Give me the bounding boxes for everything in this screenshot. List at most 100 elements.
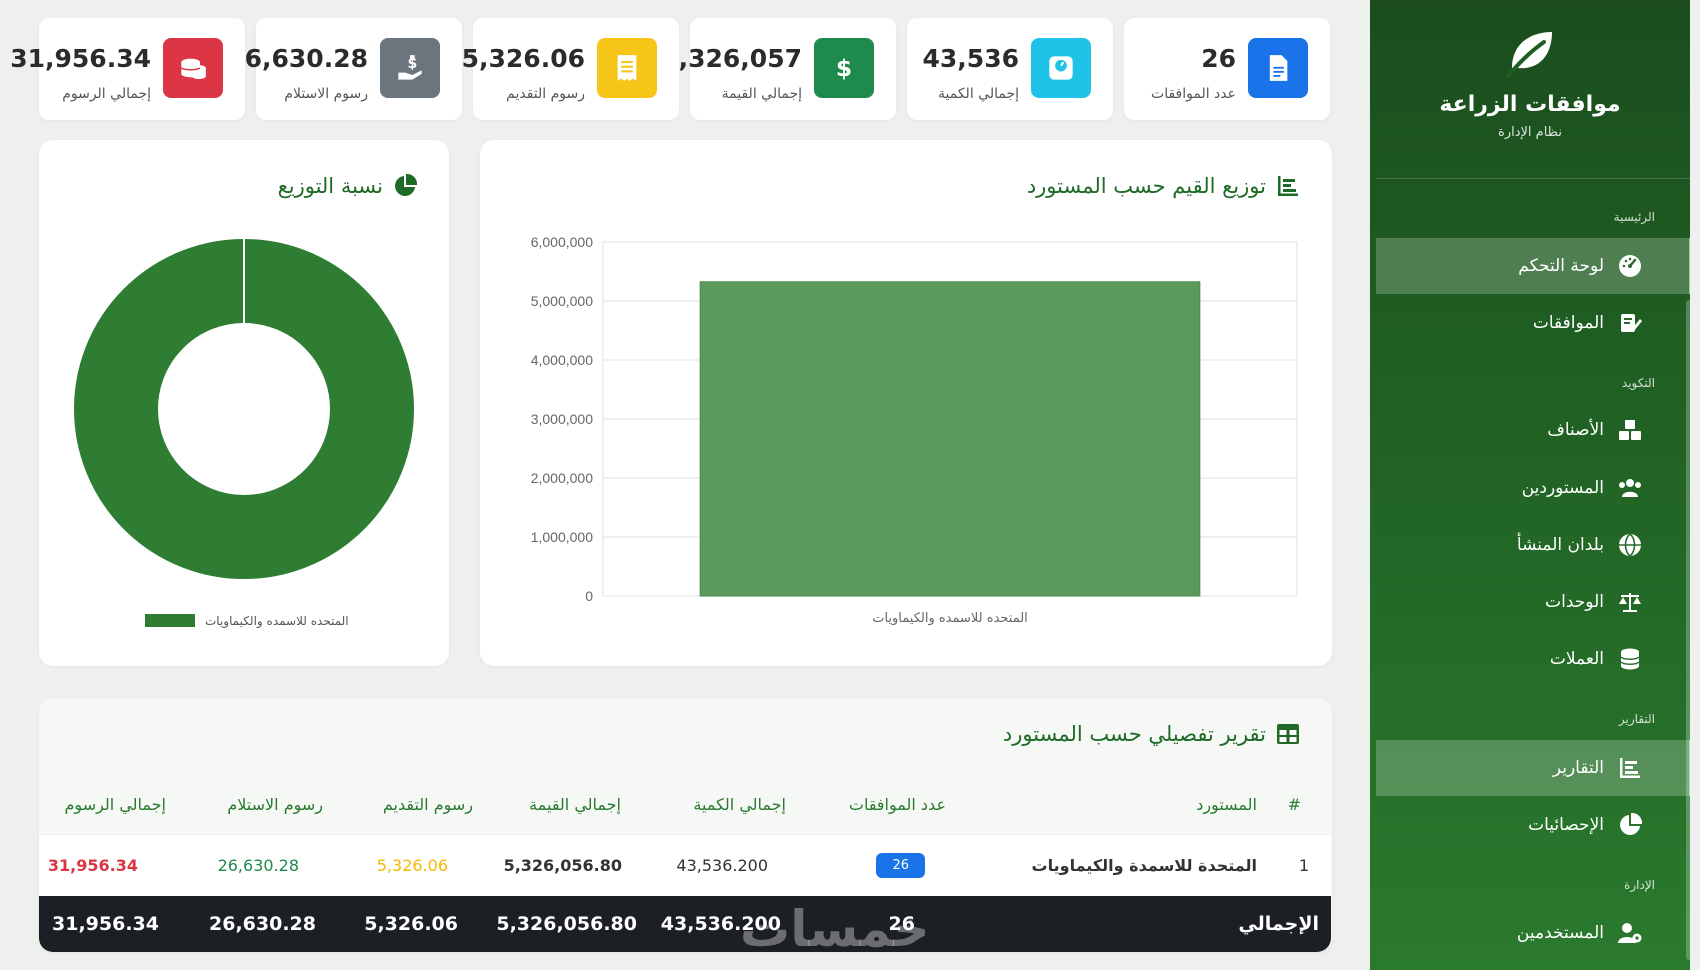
col-header-submission-fee[interactable]: رسوم التقديم: [383, 774, 473, 834]
nav-section-admin: الإدارة: [1624, 878, 1655, 892]
nav-section-reports: التقارير: [1618, 712, 1655, 726]
total-receipt-fee: 26,630.28: [209, 913, 316, 935]
cell-num: 1: [1298, 856, 1309, 875]
sidebar-item-dashboard[interactable]: لوحة التحكم: [1376, 238, 1694, 294]
stat-card-total-value: $ 5,326,057 إجمالي القيمة: [661, 18, 896, 120]
leaf-logo-icon: [1500, 22, 1560, 82]
globe-icon: [1618, 533, 1642, 557]
approval-icon: [1618, 311, 1642, 335]
sidebar-item-categories[interactable]: الأصناف: [1376, 402, 1694, 458]
cell-value: 5,326,056.80: [503, 856, 622, 875]
bar: [699, 281, 1201, 597]
total-submission-fee: 5,326.06: [364, 913, 458, 935]
col-header-importer[interactable]: المستورد: [1196, 774, 1257, 834]
y-tick-label: 0: [585, 588, 593, 604]
stat-label: إجمالي الرسوم: [62, 86, 151, 102]
stat-card-total-fees: 31,956.34 إجمالي الرسوم: [10, 18, 245, 120]
nav-section-main: الرئيسية: [1613, 210, 1655, 224]
cell-count: 26: [876, 835, 925, 896]
count-badge: 26: [876, 853, 925, 878]
col-header-quantity[interactable]: إجمالي الكمية: [693, 774, 786, 834]
y-tick-label: 6,000,000: [531, 234, 593, 250]
bar-chart: 0 1,000,000 2,000,000 3,000,000 4,000,000 5,0…: [531, 234, 1298, 626]
report-title: تقرير تفصيلي حسب المستورد: [1003, 722, 1300, 746]
brand-title: موافقات الزراعة: [1439, 92, 1621, 117]
brand-subtitle: نظام الإدارة: [1498, 125, 1562, 140]
sidebar-item-label: التقارير: [1552, 758, 1604, 778]
coins-icon: [1618, 647, 1642, 671]
sidebar-item-label: المستخدمين: [1516, 923, 1604, 943]
stat-value: 31,956.34: [10, 44, 151, 73]
legend-label: المتحده للاسمده والكيماويات: [205, 614, 349, 629]
y-tick-label: 3,000,000: [531, 411, 593, 427]
chart-icon: [1618, 756, 1642, 780]
pie-chart: المتحده للاسمده والكيماويات: [74, 239, 414, 629]
coins-icon: [163, 38, 223, 98]
dashboard-icon: [1618, 254, 1642, 278]
dollar-icon: $: [814, 38, 874, 98]
sidebar-item-reports[interactable]: التقارير: [1376, 740, 1694, 796]
stat-card-approvals-count: 26 عدد الموافقات: [1124, 18, 1330, 120]
stat-value: 5,326,057: [661, 44, 802, 73]
sidebar-item-label: المستوردين: [1521, 478, 1604, 498]
stat-label: إجمالي القيمة: [721, 86, 802, 102]
divider: [1376, 178, 1694, 179]
brand: موافقات الزراعة نظام الإدارة: [1370, 22, 1690, 140]
stat-card-total-quantity: 43,536 إجمالي الكمية: [907, 18, 1113, 120]
sidebar-item-label: الوحدات: [1545, 592, 1604, 612]
sidebar-edge: [1690, 0, 1700, 970]
table-icon: [1277, 724, 1299, 744]
col-header-num[interactable]: #: [1288, 774, 1301, 834]
stat-label: عدد الموافقات: [1151, 86, 1236, 102]
document-icon: [1248, 38, 1308, 98]
sidebar-item-units[interactable]: الوحدات: [1376, 574, 1694, 630]
cell-submission-fee: 5,326.06: [376, 856, 448, 875]
svg-text:$: $: [836, 54, 852, 82]
sidebar-item-label: الموافقات: [1532, 313, 1604, 333]
sidebar-item-label: الإحصائيات: [1528, 815, 1604, 835]
users-icon: [1618, 476, 1642, 500]
col-header-value[interactable]: إجمالي القيمة: [529, 774, 621, 834]
sidebar-item-importers[interactable]: المستوردين: [1376, 460, 1694, 516]
user-cog-icon: [1618, 921, 1642, 945]
boxes-icon: [1618, 418, 1642, 442]
sidebar-item-label: لوحة التحكم: [1518, 256, 1604, 276]
y-tick-label: 1,000,000: [531, 529, 593, 545]
stat-label: رسوم التقديم: [506, 86, 585, 102]
weight-icon: [1031, 38, 1091, 98]
y-tick-label: 5,000,000: [531, 293, 593, 309]
table-header: # المستورد عدد الموافقات إجمالي الكمية إ…: [39, 774, 1331, 834]
cell-quantity: 43,536.200: [676, 856, 768, 875]
table-row[interactable]: 1 المتحدة للاسمدة والكيماويات 26 43,536.…: [39, 834, 1331, 896]
legend-swatch: [145, 614, 195, 627]
sidebar-item-statistics[interactable]: الإحصائيات: [1376, 797, 1694, 853]
stat-label: رسوم الاستلام: [284, 86, 368, 102]
panel-title-label: تقرير تفصيلي حسب المستورد: [1002, 722, 1266, 746]
total-fees: 31,956.34: [52, 913, 159, 935]
y-tick-label: 2,000,000: [531, 470, 593, 486]
scale-icon: [1618, 590, 1642, 614]
col-header-total-fee[interactable]: إجمالي الرسوم: [65, 774, 166, 834]
receipt-icon: [597, 38, 657, 98]
sidebar-item-label: الأصناف: [1547, 420, 1604, 440]
sidebar-item-approvals[interactable]: الموافقات: [1376, 295, 1694, 351]
table-total-row: الإجمالي 26 43,536.200 5,326,056.80 5,32…: [39, 896, 1331, 952]
stat-value: 5,326.06: [461, 44, 585, 73]
y-tick-label: 4,000,000: [531, 352, 593, 368]
total-label: الإجمالي: [1238, 913, 1319, 935]
sidebar-item-countries[interactable]: بلدان المنشأ: [1376, 517, 1694, 573]
pie-chart-panel: نسبة التوزيع المتحده للاسمده والكيماويات: [39, 140, 449, 666]
sidebar-item-label: بلدان المنشأ: [1516, 535, 1604, 555]
sidebar-item-users[interactable]: المستخدمين: [1376, 905, 1694, 961]
total-value: 5,326,056.80: [496, 913, 637, 935]
sidebar-item-currencies[interactable]: العملات: [1376, 631, 1694, 687]
stat-value: 43,536: [922, 44, 1019, 73]
col-header-receipt-fee[interactable]: رسوم الاستلام: [227, 774, 323, 834]
cell-receipt-fee: 26,630.28: [217, 856, 299, 875]
watermark: خمسات: [740, 900, 930, 958]
stat-value: 26: [1201, 44, 1236, 73]
col-header-count[interactable]: عدد الموافقات: [849, 774, 946, 834]
pie-icon: [1618, 813, 1642, 837]
hand-money-icon: $: [380, 38, 440, 98]
cell-total-fee: 31,956.34: [47, 856, 138, 875]
